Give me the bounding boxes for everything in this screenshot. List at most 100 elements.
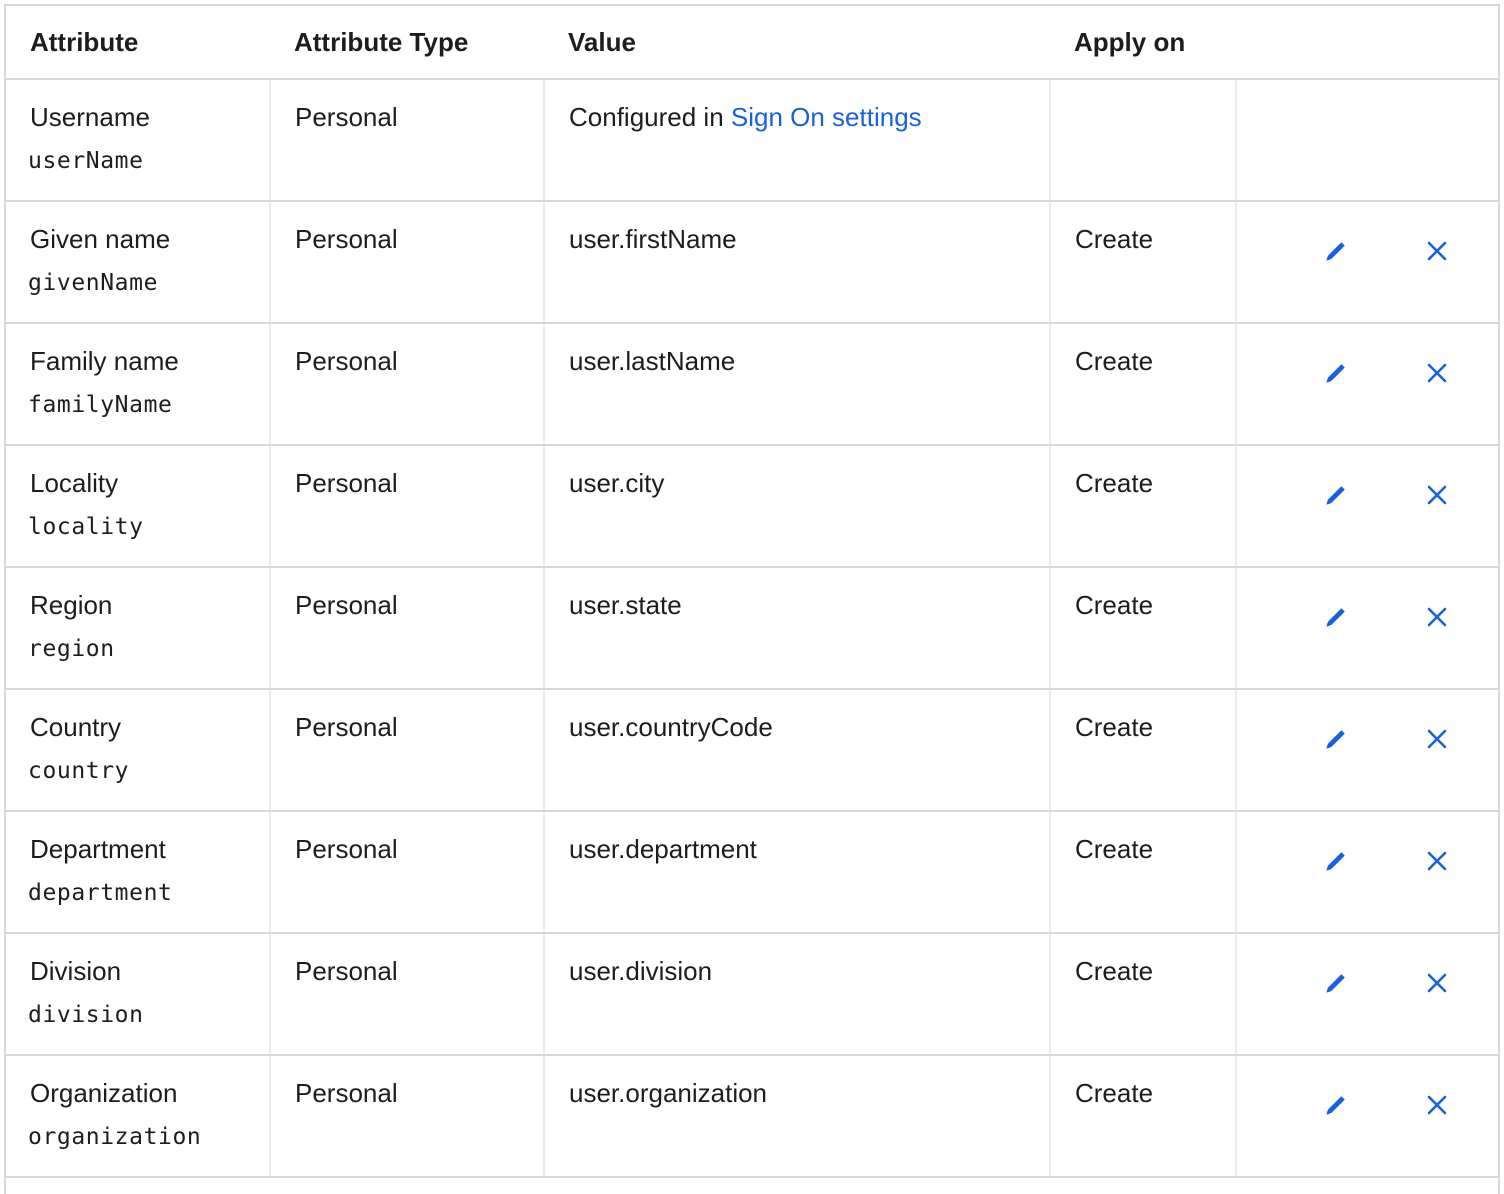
header-value: Value: [544, 6, 1050, 80]
attribute-label: Region: [30, 590, 113, 620]
attribute-cell: Organization organization: [6, 1055, 270, 1178]
apply-on-cell: Create: [1049, 445, 1236, 568]
pencil-icon: [1326, 608, 1345, 627]
delete-button[interactable]: [1422, 846, 1452, 876]
attribute-type: Personal: [295, 102, 398, 132]
attribute-type-cell: Personal: [269, 1055, 544, 1178]
value-cell: user.state: [543, 567, 1050, 690]
table-header-row: Attribute Attribute Type Value Apply on: [6, 6, 1498, 80]
attribute-type-cell: Personal: [269, 689, 544, 812]
attribute-label: Username: [30, 102, 150, 132]
apply-on-text: Create: [1075, 956, 1154, 986]
edit-cell: [1235, 445, 1358, 568]
edit-button[interactable]: [1321, 968, 1351, 998]
edit-button[interactable]: [1321, 1090, 1351, 1120]
value-cell: user.division: [543, 933, 1050, 1056]
attribute-label: Department: [30, 834, 166, 864]
delete-button[interactable]: [1422, 724, 1452, 754]
attribute-key: division: [28, 1002, 144, 1028]
pencil-icon: [1326, 364, 1345, 383]
edit-cell: [1235, 689, 1358, 812]
edit-cell: [1235, 1055, 1358, 1178]
attribute-type-cell: Personal: [269, 445, 544, 568]
table-row: Organization organization Personal user.…: [6, 1055, 1498, 1178]
attribute-type-cell: Personal: [269, 567, 544, 690]
value-cell: user.countryCode: [543, 689, 1050, 812]
pencil-icon: [1326, 1096, 1345, 1115]
value-text: user.state: [569, 590, 682, 620]
attribute-type-cell: Personal: [269, 79, 544, 202]
close-icon: [1427, 241, 1447, 261]
delete-button[interactable]: [1422, 602, 1452, 632]
pencil-icon: [1326, 974, 1345, 993]
header-attribute: Attribute: [6, 6, 270, 80]
attribute-key: organization: [28, 1124, 202, 1150]
value-text: user.city: [569, 468, 665, 498]
table-row: Username userName Personal Configured in…: [6, 79, 1498, 202]
delete-button[interactable]: [1422, 968, 1452, 998]
attribute-type: Personal: [295, 712, 398, 742]
delete-button[interactable]: [1422, 1090, 1452, 1120]
edit-button[interactable]: [1321, 236, 1351, 266]
apply-on-cell: Create: [1049, 201, 1236, 324]
delete-cell: [1358, 445, 1498, 568]
apply-on-cell: Create: [1049, 933, 1236, 1056]
value-cell: Configured in Sign On settings: [543, 79, 1050, 202]
value-cell: user.department: [543, 811, 1050, 934]
attribute-type-cell: Personal: [269, 323, 544, 446]
attribute-cell: Locality locality: [6, 445, 270, 568]
edit-cell: [1235, 323, 1358, 446]
attribute-cell: Department department: [6, 811, 270, 934]
sign-on-settings-link[interactable]: Sign On settings: [731, 102, 922, 132]
apply-on-text: Create: [1075, 590, 1154, 620]
header-edit: [1236, 6, 1358, 80]
attribute-type: Personal: [295, 346, 398, 376]
table-row: Division division Personal user.division…: [6, 933, 1498, 1056]
delete-cell: [1358, 811, 1498, 934]
delete-button[interactable]: [1422, 236, 1452, 266]
pencil-icon: [1326, 730, 1345, 749]
table-row: Department department Personal user.depa…: [6, 811, 1498, 934]
edit-button[interactable]: [1321, 480, 1351, 510]
value-text: Configured in Sign On settings: [569, 102, 1049, 132]
apply-on-cell: Create: [1049, 689, 1236, 812]
table-row: Given name givenName Personal user.first…: [6, 201, 1498, 324]
edit-button[interactable]: [1321, 602, 1351, 632]
value-text: user.countryCode: [569, 712, 773, 742]
edit-cell: [1235, 567, 1358, 690]
close-icon: [1427, 851, 1447, 871]
header-attribute-type: Attribute Type: [270, 6, 544, 80]
attribute-label: Family name: [30, 346, 179, 376]
value-text: user.division: [569, 956, 713, 986]
edit-button[interactable]: [1321, 358, 1351, 388]
close-icon: [1427, 1095, 1447, 1115]
value-text: user.organization: [569, 1078, 768, 1108]
edit-button[interactable]: [1321, 724, 1351, 754]
apply-on-cell: Create: [1049, 811, 1236, 934]
attribute-type: Personal: [295, 468, 398, 498]
delete-cell: [1358, 567, 1498, 690]
attribute-cell: Given name givenName: [6, 201, 270, 324]
value-text: user.lastName: [569, 346, 736, 376]
delete-cell: [1358, 1055, 1498, 1178]
attribute-cell: Division division: [6, 933, 270, 1056]
header-apply-on: Apply on: [1050, 6, 1236, 80]
attribute-type: Personal: [295, 834, 398, 864]
attribute-type-cell: Personal: [269, 933, 544, 1056]
edit-cell: [1235, 201, 1358, 324]
edit-cell: [1235, 811, 1358, 934]
attribute-label: Locality: [30, 468, 119, 498]
attribute-key: department: [28, 880, 173, 906]
table-row: Country country Personal user.countryCod…: [6, 689, 1498, 812]
value-cell: user.firstName: [543, 201, 1050, 324]
table-row: Family name familyName Personal user.las…: [6, 323, 1498, 446]
delete-button[interactable]: [1422, 358, 1452, 388]
apply-on-text: Create: [1075, 834, 1154, 864]
delete-cell: [1358, 323, 1498, 446]
close-icon: [1427, 607, 1447, 627]
edit-button[interactable]: [1321, 846, 1351, 876]
delete-button[interactable]: [1422, 480, 1452, 510]
table-row: Locality locality Personal user.city Cre…: [6, 445, 1498, 568]
attribute-type: Personal: [295, 1078, 398, 1108]
value-cell: user.organization: [543, 1055, 1050, 1178]
